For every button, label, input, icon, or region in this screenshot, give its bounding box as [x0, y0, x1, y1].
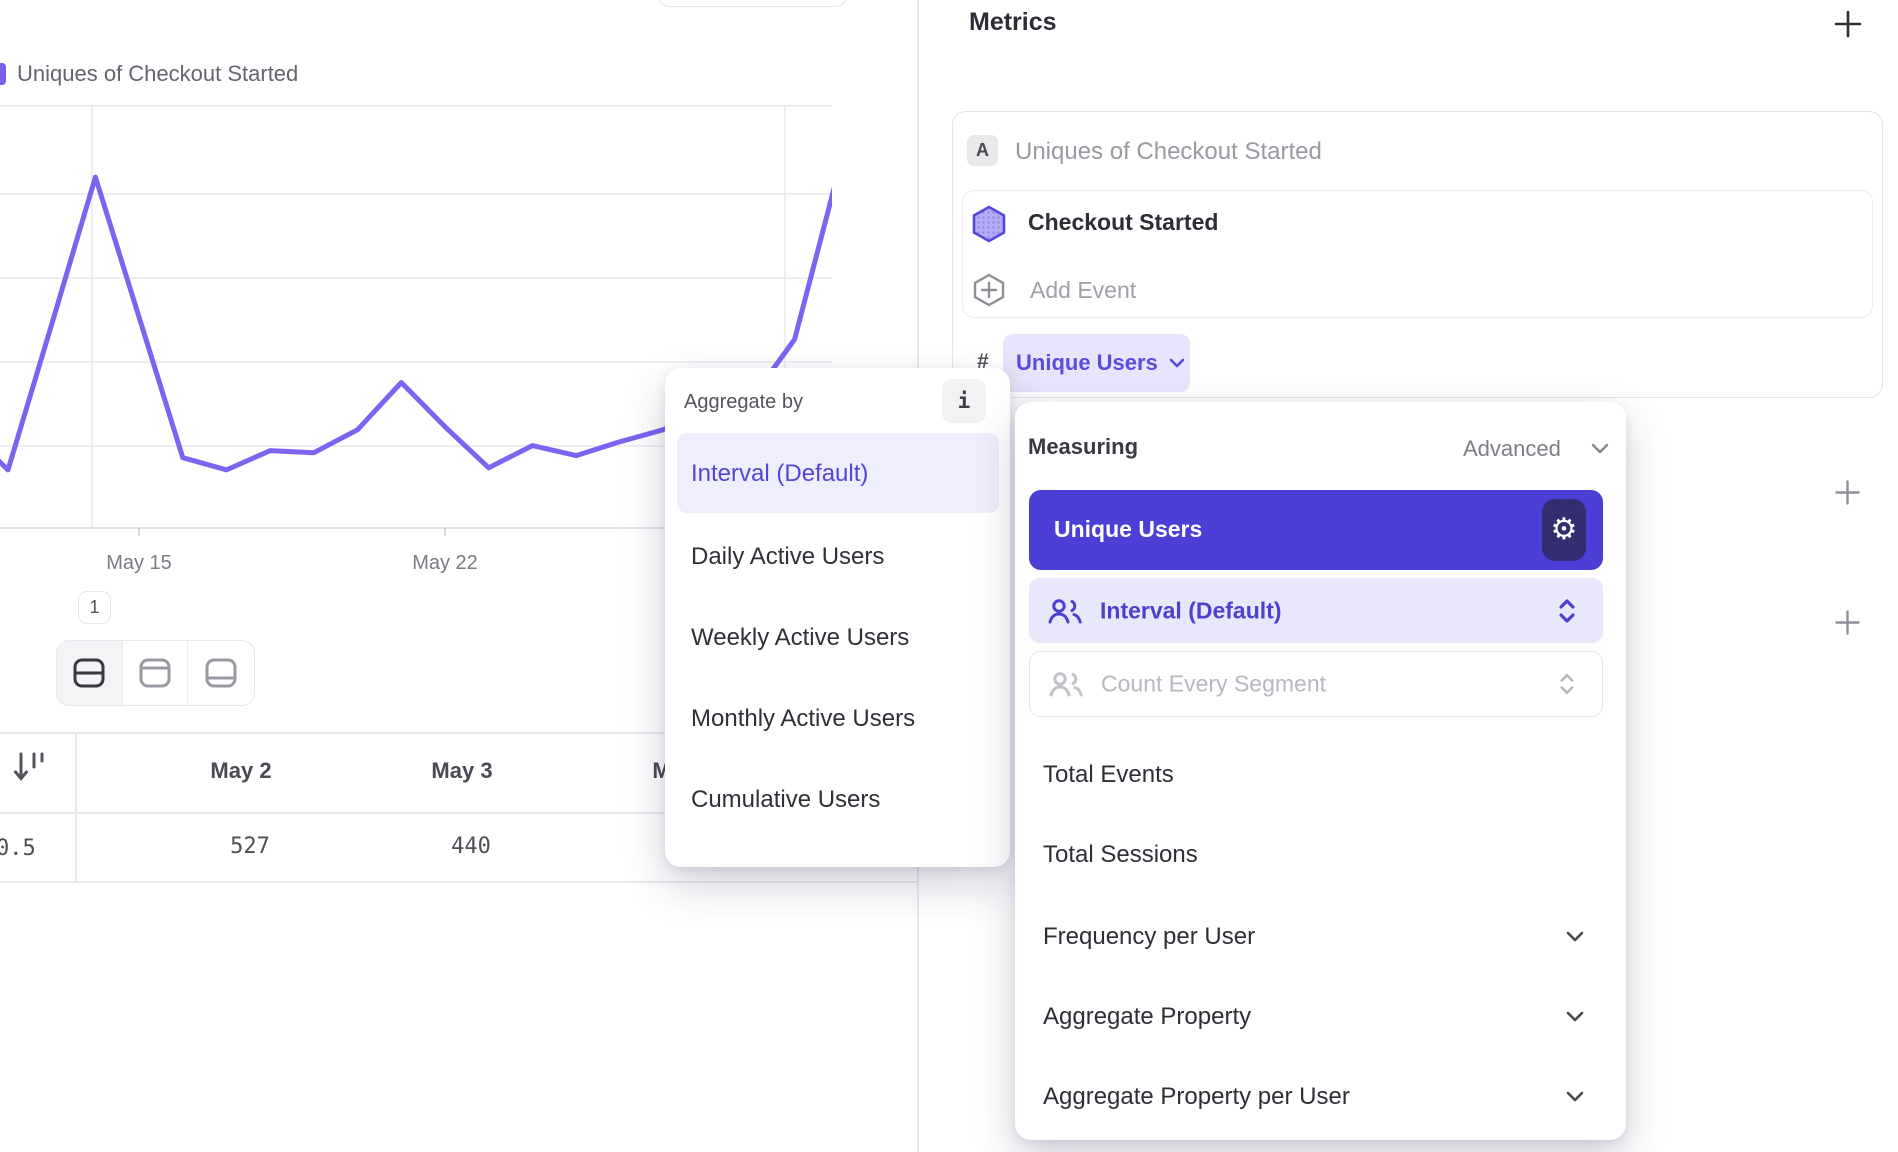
cell-may-3: 440	[401, 834, 541, 859]
measuring-option-unique-users-selected[interactable]: Unique Users ⚙	[1029, 490, 1603, 570]
aggregate-by-header: Aggregate by	[684, 391, 803, 414]
segment-count-label: Count Every Segment	[1101, 671, 1326, 698]
menu-item-daily-active-users[interactable]: Daily Active Users	[691, 543, 991, 577]
add-event-icon[interactable]	[972, 273, 1006, 307]
page-number-badge[interactable]: 1	[78, 591, 111, 624]
users-icon	[1047, 598, 1083, 624]
gear-icon[interactable]: ⚙	[1542, 499, 1586, 561]
x-tick-may-22: May 22	[385, 552, 505, 575]
cell-may-2: 527	[180, 834, 320, 859]
measuring-option-total-sessions[interactable]: Total Sessions	[1043, 841, 1198, 875]
measurement-chip[interactable]: Unique Users	[1003, 334, 1190, 392]
chart-view-toggle[interactable]	[123, 641, 189, 705]
up-down-chevrons-icon	[1560, 672, 1574, 696]
unique-users-label: Unique Users	[1054, 516, 1202, 543]
users-icon	[1048, 671, 1084, 697]
selected-aggregate-label: Interval (Default)	[691, 460, 868, 488]
menu-item-monthly-active-users[interactable]: Monthly Active Users	[691, 705, 991, 739]
chart-view-icon	[138, 657, 172, 689]
table-bottom-border	[0, 881, 917, 883]
advanced-toggle[interactable]: Advanced	[1463, 436, 1561, 462]
interval-selector[interactable]: Interval (Default)	[1029, 578, 1603, 643]
metric-letter-badge: A	[967, 135, 998, 166]
up-down-chevrons-icon	[1559, 598, 1575, 624]
segment-count-selector[interactable]: Count Every Segment	[1029, 651, 1603, 717]
split-view-toggle[interactable]	[57, 641, 123, 705]
event-name[interactable]: Checkout Started	[1028, 209, 1218, 236]
chevron-down-icon[interactable]	[1566, 1011, 1584, 1022]
add-event-label[interactable]: Add Event	[1030, 277, 1136, 304]
add-breakdown-icon[interactable]	[1835, 610, 1860, 635]
chevron-down-icon[interactable]	[1566, 931, 1584, 942]
layout-toggle-group	[56, 640, 255, 706]
metric-card-title[interactable]: Uniques of Checkout Started	[1015, 138, 1322, 166]
measuring-option-aggregate-property-per-user[interactable]: Aggregate Property per User	[1043, 1083, 1350, 1117]
measuring-header: Measuring	[1028, 434, 1138, 460]
add-metric-icon[interactable]	[1834, 10, 1862, 38]
advanced-chevron-down-icon[interactable]	[1591, 443, 1609, 454]
measuring-option-frequency-per-user[interactable]: Frequency per User	[1043, 923, 1255, 957]
legend-swatch	[0, 63, 6, 85]
event-hexagon-icon	[971, 205, 1007, 243]
measuring-option-total-events[interactable]: Total Events	[1043, 761, 1174, 795]
table-column-divider	[75, 732, 77, 881]
add-filter-icon[interactable]	[1835, 480, 1860, 505]
column-header-may-3[interactable]: May 3	[392, 758, 532, 784]
interval-selector-label: Interval (Default)	[1100, 597, 1281, 624]
table-view-icon	[204, 657, 238, 689]
menu-item-cumulative-users[interactable]: Cumulative Users	[691, 786, 991, 820]
metrics-panel-title: Metrics	[969, 8, 1057, 37]
chevron-down-icon[interactable]	[1566, 1091, 1584, 1102]
sort-descending-icon[interactable]	[13, 750, 47, 784]
x-tick-may-15: May 15	[79, 552, 199, 575]
menu-item-interval-default[interactable]: Interval (Default)	[677, 433, 999, 513]
table-view-toggle[interactable]	[188, 641, 254, 705]
measuring-option-aggregate-property[interactable]: Aggregate Property	[1043, 1003, 1251, 1037]
info-icon[interactable]: i	[942, 379, 986, 423]
cropped-top-control[interactable]	[657, 0, 848, 7]
menu-item-weekly-active-users[interactable]: Weekly Active Users	[691, 624, 991, 658]
column-header-may-2[interactable]: May 2	[171, 758, 311, 784]
split-view-icon	[72, 657, 106, 689]
legend-label: Uniques of Checkout Started	[17, 61, 298, 87]
chevron-down-icon	[1169, 358, 1185, 368]
row-average-value: 0.5	[0, 836, 36, 861]
measurement-chip-label: Unique Users	[1016, 350, 1158, 376]
